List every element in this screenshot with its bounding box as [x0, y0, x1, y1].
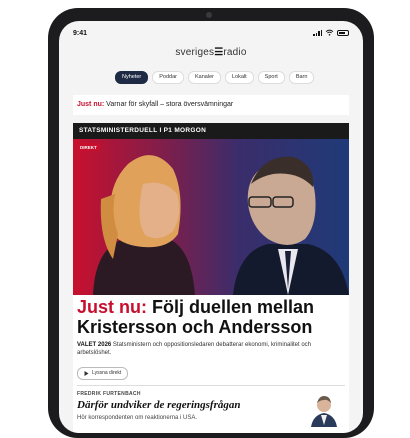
- breaking-news-banner[interactable]: Just nu: Varnar för skyfall – stora över…: [73, 95, 349, 115]
- divider: [77, 385, 345, 386]
- tab-sport[interactable]: Sport: [257, 71, 285, 84]
- tab-poddar[interactable]: Poddar: [152, 71, 185, 84]
- sub-text: Statsministern och oppositionsledaren de…: [77, 342, 312, 356]
- logo-text-start: sveriges: [175, 47, 215, 58]
- feature-subtext: VALET 2026 Statsministern och opposition…: [77, 341, 345, 357]
- wifi-icon: [325, 29, 334, 36]
- front-camera: [206, 12, 212, 18]
- feature-headline[interactable]: Just nu: Följ duellen mellan Kristersson…: [77, 297, 347, 337]
- story-title[interactable]: Därför undviker de regeringsfrågan: [77, 399, 240, 411]
- listen-live-button[interactable]: Lyssna direkt: [77, 367, 129, 380]
- tab-lokalt[interactable]: Lokalt: [224, 71, 254, 84]
- nav-tabs: Nyheter Poddar Kanaler Lokalt Sport Barn: [115, 71, 315, 84]
- sub-prefix: VALET 2026: [77, 342, 112, 348]
- listen-label: Lyssna direkt: [92, 370, 122, 376]
- alert-text: Varnar för skyfall – stora översvämninga…: [104, 101, 234, 108]
- tablet-frame: 9:41 sveriges☰radio Nyheter Poddar Kanal…: [48, 8, 374, 438]
- status-bar: 9:41: [59, 21, 363, 45]
- battery-icon: [337, 29, 349, 36]
- tab-barn[interactable]: Barn: [288, 71, 315, 84]
- headline-prefix: Just nu:: [77, 297, 147, 317]
- status-time: 9:41: [73, 30, 88, 37]
- tab-nyheter[interactable]: Nyheter: [115, 71, 149, 84]
- hero-image[interactable]: DIREKT: [73, 139, 349, 295]
- logo-text-end: radio: [223, 47, 247, 58]
- story-author: FREDRIK FURTENBACH: [77, 391, 141, 397]
- site-logo[interactable]: sveriges☰radio: [59, 47, 363, 58]
- screen: 9:41 sveriges☰radio Nyheter Poddar Kanal…: [59, 21, 363, 433]
- live-badge: DIREKT: [77, 143, 100, 151]
- status-icons: [313, 29, 349, 36]
- play-icon: [84, 371, 89, 376]
- logo-mark: ☰: [214, 47, 224, 58]
- feature-kicker: STATSMINISTERDUELL I P1 MORGON: [73, 123, 349, 139]
- tab-kanaler[interactable]: Kanaler: [188, 71, 221, 84]
- signal-icon: [313, 29, 322, 36]
- alert-prefix: Just nu:: [77, 101, 105, 108]
- feature-card[interactable]: STATSMINISTERDUELL I P1 MORGON DIREKT Ju…: [73, 123, 349, 433]
- story-thumbnail[interactable]: [307, 391, 341, 427]
- hero-illustration: [93, 155, 349, 295]
